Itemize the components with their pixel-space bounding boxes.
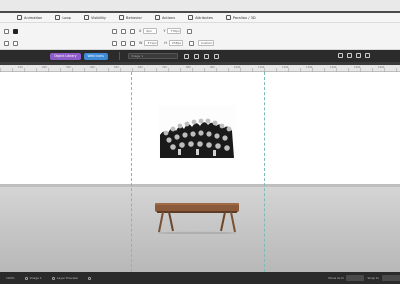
ruler-tick-label: 1500 xyxy=(354,66,361,69)
layers-icon xyxy=(24,276,28,280)
h-field-group: H 258px xyxy=(164,40,183,46)
visibility-icon xyxy=(83,15,89,20)
desktop-icon[interactable] xyxy=(338,53,343,58)
top-bar xyxy=(0,0,400,11)
tab-visibility[interactable]: Visibility xyxy=(79,13,111,23)
settings-icon[interactable] xyxy=(87,276,91,280)
ruler-tick-label: 1400 xyxy=(330,66,337,69)
ruler-tick-label: 500 xyxy=(114,66,119,69)
bench-image[interactable] xyxy=(153,200,241,235)
ruler-tick-label: 700 xyxy=(162,66,167,69)
toolbar-divider xyxy=(118,52,120,60)
ruler-tick-label: 1100 xyxy=(258,66,265,69)
tab-actions[interactable]: Actions xyxy=(150,13,180,23)
x-input[interactable]: 0px xyxy=(143,28,158,34)
ruler-tick-label: 200 xyxy=(42,66,47,69)
ruler-tick-label: 400 xyxy=(90,66,95,69)
ruler-header xyxy=(0,62,400,65)
ruler-tick-label: 1000 xyxy=(234,66,241,69)
w-label: W xyxy=(139,41,143,45)
ruler-tick-label: 1600 xyxy=(378,66,385,69)
mobile-icon[interactable] xyxy=(365,53,370,58)
layer-count: Image 1 xyxy=(29,276,42,280)
align-right-icon[interactable] xyxy=(130,28,135,34)
ruler-tick-label: 1200 xyxy=(282,66,289,69)
guide-line-left[interactable] xyxy=(131,72,132,272)
grid-toggle[interactable] xyxy=(346,275,365,281)
group-photo-image[interactable] xyxy=(158,105,236,159)
text-icon[interactable] xyxy=(213,53,219,59)
snap-toggle[interactable] xyxy=(382,275,400,281)
y-input[interactable]: 770px xyxy=(167,28,182,34)
layer-preview-toggle[interactable]: Layer Preview xyxy=(51,276,78,280)
visibility-toggle-icon[interactable] xyxy=(4,40,9,46)
behavior-icon xyxy=(119,15,125,20)
width-input[interactable]: 371px xyxy=(144,40,159,46)
zoom-control[interactable]: 100% xyxy=(6,276,15,280)
tab-parallax[interactable]: Parallax / 3D xyxy=(221,13,261,23)
h-label: H xyxy=(164,41,167,45)
animation-icon xyxy=(17,15,22,20)
align-left-icon[interactable] xyxy=(112,28,117,34)
eye-icon xyxy=(51,276,55,280)
laptop-icon[interactable] xyxy=(347,53,352,58)
y-field-group: Y 770px xyxy=(163,28,182,34)
w-field-group: W 371px xyxy=(139,40,159,46)
align-center-icon[interactable] xyxy=(121,28,126,34)
x-field-group: X 0px xyxy=(139,28,158,34)
fill-swatch[interactable] xyxy=(13,28,18,34)
pen-icon[interactable] xyxy=(183,53,189,59)
group-photo-graphic xyxy=(158,105,236,159)
ruler-tick-label: 1300 xyxy=(306,66,313,69)
ruler-tick-label: 300 xyxy=(66,66,71,69)
bench-graphic xyxy=(155,203,239,235)
y-label: Y xyxy=(163,29,166,33)
valign-top-icon[interactable] xyxy=(112,40,117,46)
main-toolbar: Object Library Web Icons Image 1 xyxy=(0,50,400,62)
color-swatch[interactable] xyxy=(13,40,18,46)
web-icons-button[interactable]: Web Icons xyxy=(83,52,108,60)
layer-name-field[interactable]: Image 1 xyxy=(127,53,178,59)
tab-row: Animation Loop Visibility Behavior Actio… xyxy=(0,13,400,23)
properties-row-2: W 371px H 258px Custom xyxy=(0,37,400,49)
show-grid-label: Show Grid xyxy=(328,276,344,280)
web-icons-label: Web Icons xyxy=(87,54,104,58)
loop-icon xyxy=(55,15,61,20)
tab-animation[interactable]: Animation xyxy=(12,13,47,23)
device-preview-group xyxy=(338,53,370,58)
x-label: X xyxy=(139,29,142,33)
toolbar-icon-group xyxy=(183,53,219,59)
attributes-icon xyxy=(188,15,194,20)
object-library-label: Object Library xyxy=(54,54,77,58)
ruler-tick-label: 800 xyxy=(186,66,191,69)
actions-icon xyxy=(154,15,160,20)
status-bar: 100% Image 1 Layer Preview Show Grid Sna… xyxy=(0,272,400,284)
align-dropdown-icon[interactable] xyxy=(188,40,194,46)
tab-attributes[interactable]: Attributes xyxy=(183,13,218,23)
status-right-group: Show Grid Snap to xyxy=(328,275,400,281)
layer-preview-label: Layer Preview xyxy=(56,276,78,280)
tablet-icon[interactable] xyxy=(356,53,361,58)
align-select[interactable]: Custom xyxy=(197,40,214,46)
layer-indicator[interactable]: Image 1 xyxy=(24,276,42,280)
properties-panel: X 0px Y 770px W 371px H 258px Custom xyxy=(0,23,400,50)
ruler-tick-label: 100 xyxy=(18,66,23,69)
snap-to-label: Snap to xyxy=(367,276,379,280)
shape-icon[interactable] xyxy=(193,53,199,59)
ruler-tick-label: 900 xyxy=(210,66,215,69)
properties-row-1: X 0px Y 770px xyxy=(0,25,400,37)
height-input[interactable]: 258px xyxy=(168,40,183,46)
tab-behavior[interactable]: Behavior xyxy=(114,13,147,23)
image-icon[interactable] xyxy=(203,53,209,59)
valign-bottom-icon[interactable] xyxy=(130,40,135,46)
parallax-icon xyxy=(225,15,231,20)
lock-icon[interactable] xyxy=(4,28,9,34)
guide-line-right[interactable] xyxy=(264,72,265,272)
tab-loop[interactable]: Loop xyxy=(50,13,76,23)
link-icon[interactable] xyxy=(187,28,193,34)
ruler-tick-label: 600 xyxy=(138,66,143,69)
valign-middle-icon[interactable] xyxy=(121,40,126,46)
zoom-value: 100% xyxy=(6,276,15,280)
object-library-button[interactable]: Object Library xyxy=(50,52,81,60)
